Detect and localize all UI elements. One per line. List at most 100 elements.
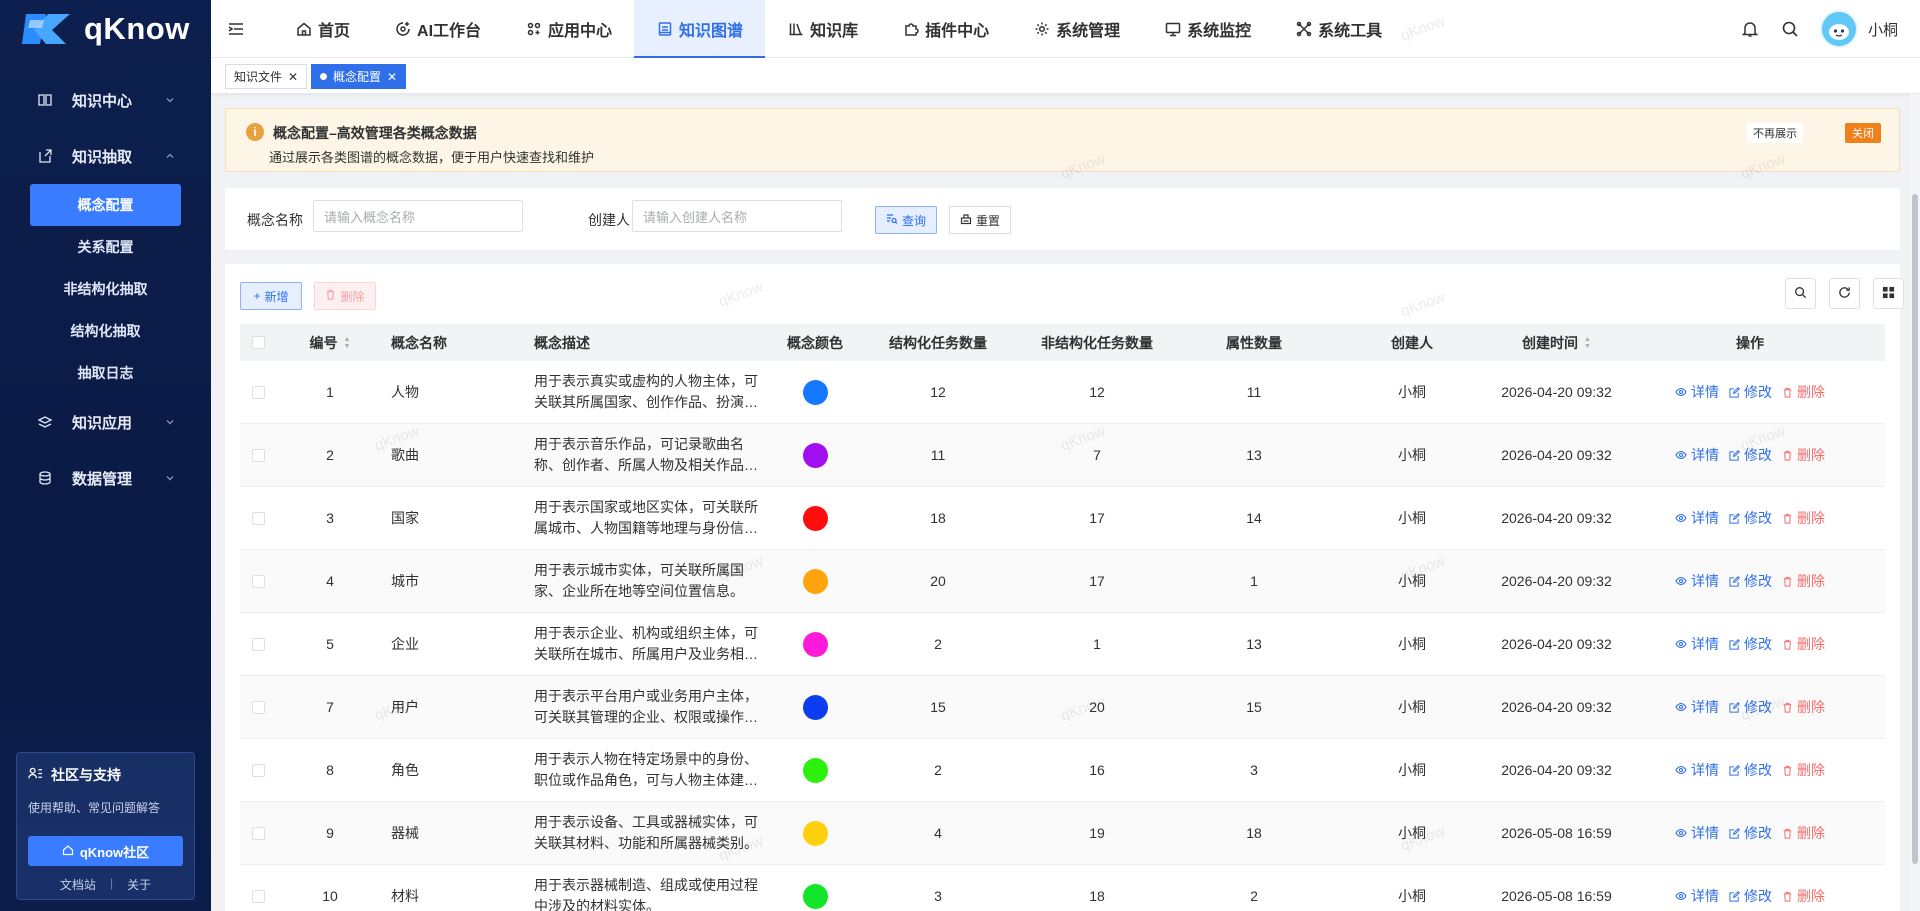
community-button[interactable]: qKnow社区 bbox=[28, 836, 183, 866]
delete-button[interactable]: 删除 bbox=[1782, 823, 1825, 843]
about-link[interactable]: 关于 bbox=[127, 876, 151, 893]
menu-head-knowledge-app[interactable]: 知识应用 bbox=[0, 394, 211, 450]
no-more-show-button[interactable]: 不再展示 bbox=[1747, 123, 1803, 143]
sidebar-item-extraction-log[interactable]: 抽取日志 bbox=[0, 352, 211, 394]
alert-close-button[interactable]: 关闭 bbox=[1845, 123, 1881, 143]
nav-home[interactable]: 首页 bbox=[273, 0, 372, 58]
cell-struct-count: 4 bbox=[934, 825, 942, 841]
detail-button[interactable]: 详情 bbox=[1675, 760, 1719, 780]
creator-input[interactable]: 请输入创建人名称 bbox=[632, 200, 842, 232]
top-bar: 首页 AI工作台 应用中心 知识图谱 知识库 插件中心 系统管理 系统监控 系统… bbox=[211, 0, 1920, 58]
avatar[interactable] bbox=[1819, 10, 1858, 48]
delete-button[interactable]: 删除 bbox=[1782, 445, 1825, 465]
nav-system-monitor[interactable]: 系统监控 bbox=[1142, 0, 1273, 58]
edit-button[interactable]: 修改 bbox=[1729, 382, 1772, 402]
detail-button[interactable]: 详情 bbox=[1675, 445, 1719, 465]
row-checkbox[interactable] bbox=[251, 511, 265, 525]
menu-head-data-management[interactable]: 数据管理 bbox=[0, 450, 211, 506]
row-checkbox[interactable] bbox=[251, 448, 265, 462]
sort-icon[interactable]: ▲ ▼ bbox=[1584, 336, 1591, 350]
cell-creator: 小桐 bbox=[1398, 762, 1426, 778]
add-button[interactable]: + 新增 bbox=[240, 282, 302, 310]
detail-button[interactable]: 详情 bbox=[1675, 823, 1719, 843]
reset-button[interactable]: 重置 bbox=[949, 206, 1011, 234]
close-icon[interactable]: ✕ bbox=[288, 70, 298, 84]
menu-head-extraction[interactable]: 知识抽取 bbox=[0, 128, 211, 184]
refresh-button[interactable] bbox=[1829, 278, 1860, 309]
toggle-search-button[interactable] bbox=[1785, 278, 1816, 309]
sort-icon[interactable]: ▲ ▼ bbox=[344, 336, 351, 350]
delete-button[interactable]: 删除 bbox=[1782, 697, 1825, 717]
row-checkbox[interactable] bbox=[251, 637, 265, 651]
menu-collapse-icon[interactable] bbox=[227, 20, 245, 38]
edit-button[interactable]: 修改 bbox=[1729, 634, 1772, 654]
row-checkbox[interactable] bbox=[251, 385, 265, 399]
monitor-icon bbox=[1164, 21, 1181, 38]
detail-button[interactable]: 详情 bbox=[1675, 886, 1719, 906]
nav-system-tools[interactable]: 系统工具 bbox=[1273, 0, 1404, 58]
edit-button[interactable]: 修改 bbox=[1729, 571, 1772, 591]
edit-button[interactable]: 修改 bbox=[1729, 697, 1772, 717]
color-swatch bbox=[802, 442, 828, 468]
edit-icon bbox=[1729, 575, 1740, 587]
color-swatch bbox=[802, 568, 828, 594]
row-checkbox[interactable] bbox=[251, 763, 265, 777]
close-icon[interactable]: ✕ bbox=[387, 70, 397, 84]
detail-button[interactable]: 详情 bbox=[1675, 571, 1719, 591]
delete-button[interactable]: 删除 bbox=[1782, 886, 1825, 906]
sidebar-item-unstructured-extraction[interactable]: 非结构化抽取 bbox=[0, 268, 211, 310]
page-scrollbar[interactable] bbox=[1910, 94, 1920, 911]
eye-icon bbox=[1675, 639, 1687, 649]
row-checkbox[interactable] bbox=[251, 889, 265, 903]
delete-button[interactable]: 删除 bbox=[1782, 508, 1825, 528]
columns-button[interactable] bbox=[1873, 278, 1904, 309]
edit-button[interactable]: 修改 bbox=[1729, 445, 1772, 465]
detail-button[interactable]: 详情 bbox=[1675, 382, 1719, 402]
row-checkbox[interactable] bbox=[251, 574, 265, 588]
username[interactable]: 小桐 bbox=[1868, 19, 1898, 40]
detail-button[interactable]: 详情 bbox=[1675, 634, 1719, 654]
col-header-no[interactable]: 编号 ▲ ▼ bbox=[276, 324, 384, 361]
delete-button[interactable]: 删除 bbox=[1782, 571, 1825, 591]
cell-attr-count: 13 bbox=[1246, 447, 1262, 463]
sidebar-item-concept-config[interactable]: 概念配置 bbox=[30, 184, 181, 226]
nav-knowledge-graph[interactable]: 知识图谱 bbox=[634, 0, 766, 58]
nav-knowledge-base[interactable]: 知识库 bbox=[765, 0, 880, 58]
edit-button[interactable]: 修改 bbox=[1729, 760, 1772, 780]
nav-app-center[interactable]: 应用中心 bbox=[503, 0, 634, 58]
sidebar-item-relation-config[interactable]: 关系配置 bbox=[0, 226, 211, 268]
active-dot-icon bbox=[320, 73, 327, 80]
docs-link[interactable]: 文档站 bbox=[60, 876, 96, 893]
nav-system-management[interactable]: 系统管理 bbox=[1011, 0, 1142, 58]
edit-button[interactable]: 修改 bbox=[1729, 508, 1772, 528]
sidebar-item-structured-extraction[interactable]: 结构化抽取 bbox=[0, 310, 211, 352]
logo[interactable]: qKnow bbox=[0, 0, 211, 58]
tab-concept-config[interactable]: 概念配置 ✕ bbox=[311, 64, 407, 89]
tab-knowledge-files[interactable]: 知识文件 ✕ bbox=[225, 64, 308, 89]
cell-name: 用户 bbox=[391, 699, 419, 715]
detail-button[interactable]: 详情 bbox=[1675, 508, 1719, 528]
cell-color bbox=[766, 676, 864, 738]
delete-button[interactable]: 删除 bbox=[1782, 760, 1825, 780]
bell-icon[interactable] bbox=[1740, 19, 1760, 39]
detail-button[interactable]: 详情 bbox=[1675, 697, 1719, 717]
scrollbar-thumb[interactable] bbox=[1912, 194, 1918, 864]
row-select-cell bbox=[240, 424, 276, 486]
concept-name-input[interactable]: 请输入概念名称 bbox=[313, 200, 523, 232]
nav-plugin-center[interactable]: 插件中心 bbox=[880, 0, 1011, 58]
edit-button[interactable]: 修改 bbox=[1729, 886, 1772, 906]
nav-ai-workbench[interactable]: AI工作台 bbox=[372, 0, 503, 58]
trash-icon bbox=[1783, 828, 1792, 839]
top-right-tools: 小桐 bbox=[1740, 0, 1898, 58]
edit-button[interactable]: 修改 bbox=[1729, 823, 1772, 843]
query-button[interactable]: 查询 bbox=[875, 206, 937, 234]
menu-head-knowledge-center[interactable]: 知识中心 bbox=[0, 72, 211, 128]
batch-delete-button[interactable]: 删除 bbox=[314, 282, 376, 310]
row-checkbox[interactable] bbox=[251, 826, 265, 840]
search-icon[interactable] bbox=[1780, 19, 1800, 39]
delete-button[interactable]: 删除 bbox=[1782, 634, 1825, 654]
col-header-time[interactable]: 创建时间 ▲ ▼ bbox=[1498, 324, 1615, 361]
select-all-checkbox[interactable] bbox=[251, 336, 265, 349]
row-checkbox[interactable] bbox=[251, 700, 265, 714]
delete-button[interactable]: 删除 bbox=[1782, 382, 1825, 402]
